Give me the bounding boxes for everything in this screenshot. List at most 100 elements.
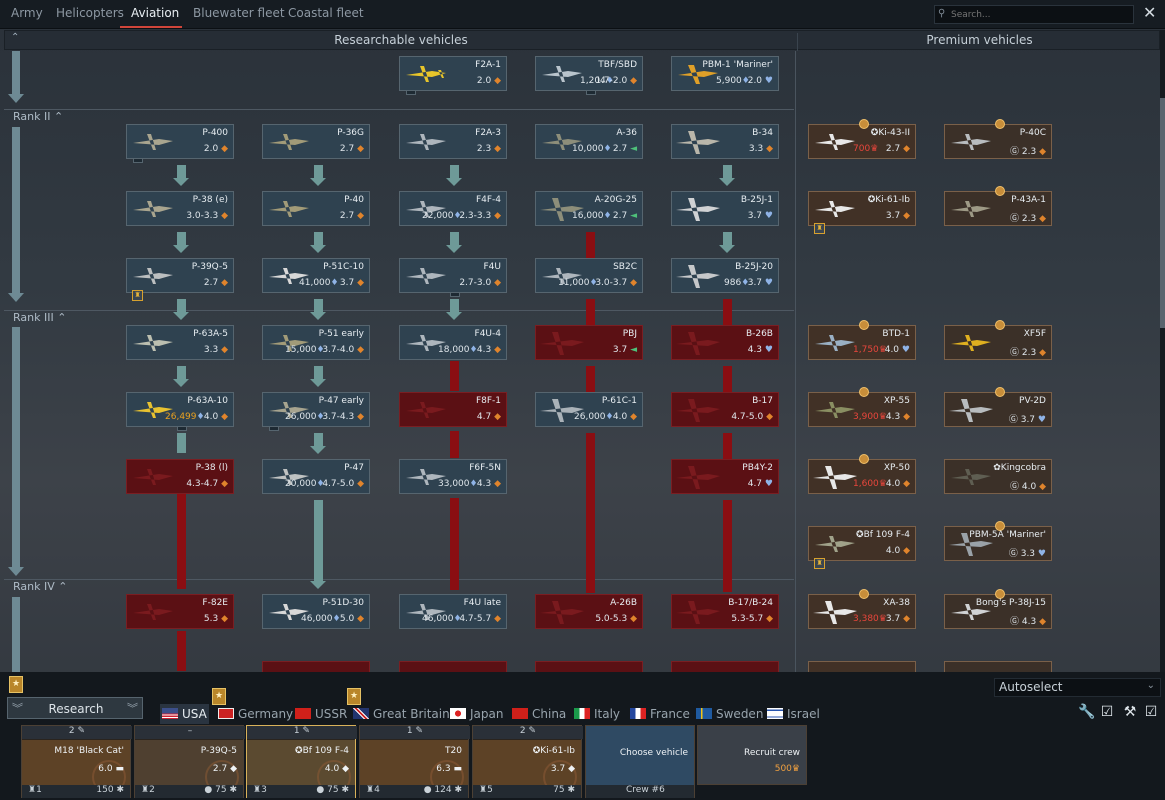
- vehicle-card-b25j20[interactable]: B-25J-20 986♦ 3.7 ♥: [671, 258, 779, 293]
- crew-slot-1[interactable]: 2 ✎ M18 'Black Cat' 6.0 ▬ ♜1 150 ✱: [21, 725, 132, 798]
- vehicle-card-f2a1[interactable]: F2A-1 2.0 ◆: [399, 56, 507, 95]
- vehicle-card-btd1[interactable]: BTD-1 1,750♛ 4.0 ♥: [808, 320, 916, 360]
- vehicle-card-p38l[interactable]: P-38 (l) 4.3-4.7 ◆: [126, 459, 234, 494]
- nation-tab-japan[interactable]: Japan: [448, 704, 505, 724]
- vehicle-card-f8f1[interactable]: F8F-1 4.7 ◆: [399, 392, 507, 427]
- vehicle-card-a26b[interactable]: A-26B 5.0-5.3 ◆: [535, 594, 643, 629]
- expand-tab[interactable]: [406, 90, 416, 95]
- recruit-crew-button[interactable]: Recruit crew 500♛: [697, 725, 807, 785]
- crew-slot-3[interactable]: 1 ✎ ✪Bf 109 F-4 4.0 ◆ ♜3 ● 75 ✱: [246, 725, 357, 798]
- checkmark-icon[interactable]: ☑: [1097, 704, 1117, 724]
- search-box[interactable]: ⚲: [934, 5, 1134, 24]
- vehicle-card-bongs-p38j[interactable]: Bong's P-38J-15 Ⓖ 4.3 ◆: [944, 589, 1052, 629]
- vehicle-card-ki43[interactable]: ✪Ki-43-II 700♛ 2.7 ◆: [808, 119, 916, 159]
- vehicle-card-pv2d[interactable]: PV-2D Ⓖ 3.7 ♥: [944, 387, 1052, 427]
- vehicle-card-b34[interactable]: B-34 3.3 ◆: [671, 124, 779, 159]
- folder-tab[interactable]: [450, 292, 460, 297]
- vehicle-card-p51d30[interactable]: P-51D-30 46,000♦ 5.0 ◆: [262, 594, 370, 629]
- vehicle-card-partial[interactable]: [944, 661, 1052, 672]
- vehicle-card-p38e[interactable]: P-38 (e) 3.0-3.3 ◆: [126, 191, 234, 226]
- expand-tab[interactable]: [133, 158, 143, 163]
- tree-scrollbar[interactable]: [1160, 30, 1165, 672]
- vehicle-card-f4f4[interactable]: F4F-4 22,000♦ 2.3-3.3 ◆: [399, 191, 507, 226]
- vehicle-card-xp55[interactable]: XP-55 3,900♛ 4.3 ◆: [808, 387, 916, 427]
- tab-aviation[interactable]: Aviation: [131, 6, 179, 20]
- vehicle-card-p43a[interactable]: P-43A-1 Ⓖ 2.3 ◆: [944, 186, 1052, 226]
- vehicle-card-partial[interactable]: [671, 661, 779, 672]
- vehicle-card-p63a10[interactable]: P-63A-10 26,499♦ 4.0 ◆: [126, 392, 234, 431]
- search-input[interactable]: [951, 7, 1131, 22]
- vehicle-card-f2a3[interactable]: F2A-3 2.3 ◆: [399, 124, 507, 159]
- vehicle-card-b25j1[interactable]: B-25J-1 3.7 ♥: [671, 191, 779, 226]
- vehicle-card-p47[interactable]: P-47 20,000♦ 4.7-5.0 ◆: [262, 459, 370, 494]
- crew-slot-5[interactable]: 2 ✎ ✪Ki-61-Ib 3.7 ◆ ♜5 75 ✱: [472, 725, 583, 798]
- vehicle-card-ki61[interactable]: ✪Ki-61-Ib 3.7 ◆ ♜: [808, 191, 916, 234]
- scrollbar-thumb[interactable]: [1160, 98, 1165, 328]
- tree-connector-locked: [723, 299, 732, 325]
- tab-bluewater-fleet[interactable]: Bluewater fleet: [193, 6, 285, 20]
- vehicle-card-b17-b24[interactable]: B-17/B-24 5.3-5.7 ◆: [671, 594, 779, 629]
- choose-vehicle-slot[interactable]: Choose vehicle Crew #6: [585, 725, 695, 798]
- vehicle-card-b17[interactable]: B-17 4.7-5.0 ◆: [671, 392, 779, 427]
- vehicle-card-pbm1[interactable]: PBM-1 'Mariner' 5,900♦ 2.0 ♥: [671, 56, 779, 91]
- tab-helicopters[interactable]: Helicopters: [56, 6, 124, 20]
- nation-tab-sweden[interactable]: Sweden: [694, 704, 765, 724]
- research-button[interactable]: ︾ Research ︾: [7, 697, 143, 719]
- nation-tab-china[interactable]: China: [510, 704, 568, 724]
- vehicle-card-partial[interactable]: [808, 661, 916, 672]
- vehicle-card-sb2c[interactable]: SB2C 11,000♦ 3.0-3.7 ◆: [535, 258, 643, 293]
- vehicle-card-p40[interactable]: P-40 2.7 ◆: [262, 191, 370, 226]
- checkmark-icon[interactable]: ☑: [1141, 704, 1161, 724]
- nation-tab-ussr[interactable]: USSR: [293, 704, 349, 724]
- crew-slot-4[interactable]: 1 ✎ T20 6.3 ▬ ♜4 ● 124 ✱: [359, 725, 470, 798]
- vehicle-card-p61[interactable]: P-61C-1 26,000♦ 4.0 ◆: [535, 392, 643, 427]
- vehicle-card-p40c[interactable]: P-40C Ⓖ 2.3 ◆: [944, 119, 1052, 159]
- vehicle-card-pb4y2[interactable]: PB4Y-2 4.7 ♥: [671, 459, 779, 494]
- vehicle-card-p47-early[interactable]: P-47 early 26,000♦ 3.7-4.3 ◆: [262, 392, 370, 431]
- close-icon[interactable]: ✕: [1143, 3, 1156, 22]
- tab-army[interactable]: Army: [11, 6, 43, 20]
- folder-tab[interactable]: [586, 90, 596, 95]
- nation-tab-germany[interactable]: Germany: [216, 704, 295, 724]
- vehicle-card-p39q[interactable]: P-39Q-5 2.7 ◆ ♜: [126, 258, 234, 301]
- vehicle-card-f6f5n[interactable]: F6F-5N 33,000♦ 4.3 ◆: [399, 459, 507, 494]
- nation-tab-france[interactable]: France: [628, 704, 692, 724]
- vehicle-card-xa38[interactable]: XA-38 3,380♛ 3.7 ◆: [808, 589, 916, 629]
- vehicle-card-p36g[interactable]: P-36G 2.7 ◆: [262, 124, 370, 159]
- nation-tab-italy[interactable]: Italy: [572, 704, 622, 724]
- vehicle-card-partial[interactable]: [262, 661, 370, 672]
- vehicle-card-xp50[interactable]: XP-50 1,600♛ 4.0 ◆: [808, 454, 916, 494]
- vehicle-card-pbj[interactable]: PBJ 3.7 ◄: [535, 325, 643, 360]
- vehicle-card-bf109[interactable]: ✪Bf 109 F-4 4.0 ◆ ♜: [808, 526, 916, 569]
- autoselect-dropdown[interactable]: Autoselect ⌄: [994, 678, 1161, 697]
- vehicle-card-tbf-sbd[interactable]: TBF/SBD 1,204♦ 1.7-2.0 ◆: [535, 56, 643, 95]
- vehicle-card-a36[interactable]: A-36 10,000♦ 2.7 ◄: [535, 124, 643, 159]
- wrench-icon[interactable]: 🔧: [1077, 704, 1097, 724]
- research-tree[interactable]: Rank II ⌃ Rank III ⌃ Rank IV ⌃ F2A-1 2.0…: [0, 51, 1160, 672]
- crew-slot-2[interactable]: – P-39Q-5 2.7 ◆ ♜2 ● 75 ✱: [134, 725, 245, 798]
- vehicle-card-partial[interactable]: [399, 661, 507, 672]
- vehicle-card-p63a5[interactable]: P-63A-5 3.3 ◆: [126, 325, 234, 360]
- vehicle-card-pbm5a[interactable]: PBM-5A 'Mariner' Ⓖ 3.3 ♥: [944, 521, 1052, 561]
- repair-all-icon[interactable]: ⚒: [1120, 704, 1140, 724]
- vehicle-card-f4u[interactable]: F4U 2.7-3.0 ◆: [399, 258, 507, 297]
- nation-tab-israel[interactable]: Israel: [765, 704, 822, 724]
- vehicle-card-f82e[interactable]: F-82E 5.3 ◆: [126, 594, 234, 629]
- vehicle-card-p51c[interactable]: P-51C-10 41,000♦ 3.7 ◆: [262, 258, 370, 293]
- folder-tab[interactable]: [177, 426, 187, 431]
- vehicle-card-partial[interactable]: [535, 661, 643, 672]
- tab-coastal-fleet[interactable]: Coastal fleet: [288, 6, 364, 20]
- vehicle-card-f4u4[interactable]: F4U-4 18,000♦ 4.3 ◆: [399, 325, 507, 360]
- vehicle-card-a20g[interactable]: A-20G-25 16,000♦ 2.7 ◄: [535, 191, 643, 226]
- tree-connector: [314, 299, 323, 313]
- nation-tab-great-britain[interactable]: Great Britain: [351, 704, 452, 724]
- vehicle-card-xf5f[interactable]: XF5F Ⓖ 2.3 ◆: [944, 320, 1052, 360]
- vehicle-card-b26b[interactable]: B-26B 4.3 ♥: [671, 325, 779, 360]
- vehicle-card-f4u-late[interactable]: F4U late 46,000♦ 4.7-5.7 ◆: [399, 594, 507, 629]
- vehicle-card-p400[interactable]: P-400 2.0 ◆: [126, 124, 234, 163]
- nation-tab-usa[interactable]: USA: [160, 704, 209, 724]
- aircraft-icon: [815, 536, 855, 552]
- vehicle-card-p51-early[interactable]: P-51 early 15,000♦ 3.7-4.0 ◆: [262, 325, 370, 360]
- vehicle-card-kingcobra[interactable]: ✿Kingcobra Ⓖ 4.0 ◆: [944, 459, 1052, 494]
- expand-tab[interactable]: [269, 426, 279, 431]
